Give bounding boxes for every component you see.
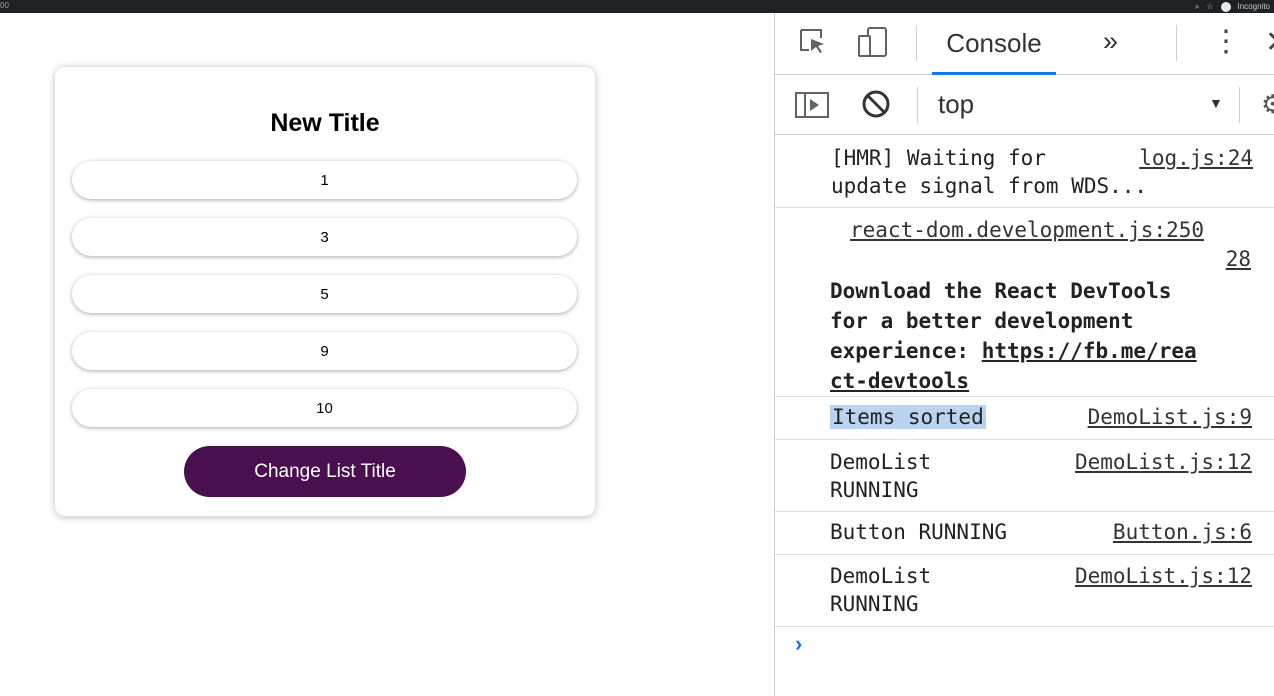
source-link[interactable]: log.js:24 [1139, 146, 1253, 170]
tab-console-label: Console [946, 28, 1042, 58]
console-message: Button RUNNING Button.js:6 [775, 512, 1274, 555]
source-link[interactable]: DemoList.js:9 [1088, 405, 1252, 429]
message-line: for a better development [830, 309, 1134, 333]
message-text-bold: Download the React DevTools for a better… [830, 276, 1270, 396]
message-text: Button RUNNING [830, 520, 1008, 544]
browser-top-right: ⌕ ☆ Incognito [1195, 0, 1270, 13]
tab-divider [916, 25, 917, 61]
console-prompt-icon[interactable]: › [795, 631, 802, 657]
sorted-list: 1 3 5 9 10 [72, 161, 577, 446]
browser-top-bar: 00 ⌕ ☆ Incognito [0, 0, 1274, 13]
source-link[interactable]: DemoList.js:12 [1075, 564, 1252, 588]
kebab-menu-icon[interactable]: ⋮ [1211, 27, 1241, 57]
source-link[interactable]: Button.js:6 [1113, 520, 1252, 544]
console-message: react-dom.development.js:250 28 Download… [775, 208, 1274, 397]
close-icon[interactable]: ✕ [1265, 25, 1274, 60]
devtools-link[interactable]: https://fb.me/rea [982, 339, 1197, 363]
gear-icon[interactable]: ⚙ [1261, 89, 1274, 120]
inspect-element-icon[interactable] [799, 28, 825, 54]
star-icon[interactable]: ☆ [1206, 2, 1213, 11]
incognito-label: Incognito [1237, 2, 1270, 11]
context-dropdown-icon[interactable]: ▼ [1209, 95, 1223, 111]
message-text: DemoList [830, 450, 932, 474]
toolbar-divider [1239, 87, 1240, 123]
console-message: DemoList DemoList.js:12 RUNNING [775, 555, 1274, 627]
message-line: Download the React DevTools [830, 279, 1172, 303]
show-sidebar-icon[interactable] [795, 92, 829, 118]
message-text: RUNNING [830, 592, 919, 616]
source-link[interactable]: react-dom.development.js:250 [850, 218, 1204, 242]
list-item: 10 [72, 389, 577, 427]
message-line: experience: [830, 339, 982, 363]
more-tabs-icon[interactable]: » [1103, 26, 1118, 57]
list-title: New Title [270, 109, 380, 137]
console-message: Items sorted DemoList.js:9 [775, 397, 1274, 440]
tab-divider [1176, 25, 1177, 61]
toolbar-divider [917, 87, 918, 123]
zoom-icon[interactable]: ⌕ [1195, 2, 1199, 12]
incognito-icon [1220, 1, 1231, 12]
list-item: 5 [72, 275, 577, 313]
list-item: 3 [72, 218, 577, 256]
tab-console[interactable]: Console [932, 13, 1056, 75]
context-selector[interactable]: top [938, 89, 974, 120]
list-item: 9 [72, 332, 577, 370]
change-list-title-button[interactable]: Change List Title [184, 446, 466, 497]
clear-console-icon[interactable] [861, 89, 891, 119]
demo-card: New Title 1 3 5 9 10 Change List Title [55, 67, 595, 516]
message-text: RUNNING [830, 478, 919, 502]
list-item: 1 [72, 161, 577, 199]
browser-left-label: 00 [0, 1, 9, 10]
message-text: DemoList [830, 564, 932, 588]
console-message: [HMR] Waiting for log.js:24 update signa… [775, 135, 1274, 208]
console-messages: [HMR] Waiting for log.js:24 update signa… [775, 135, 1274, 627]
devtools-tab-bar: Console » ⋮ ✕ [775, 13, 1274, 75]
device-toolbar-icon[interactable] [857, 26, 889, 58]
devtools-link-continued[interactable]: ct-devtools [830, 369, 969, 393]
message-text: update signal from WDS... [831, 174, 1148, 198]
message-text: [HMR] Waiting for [831, 146, 1046, 170]
message-text-highlighted: Items sorted [830, 405, 986, 429]
devtools-panel: Console » ⋮ ✕ top ▼ ⚙ [HMR] Waiting for … [774, 13, 1274, 696]
console-message: DemoList DemoList.js:12 RUNNING [775, 440, 1274, 512]
console-toolbar: top ▼ ⚙ [775, 75, 1274, 135]
source-link[interactable]: DemoList.js:12 [1075, 450, 1252, 474]
source-link-continued[interactable]: 28 [1226, 247, 1251, 271]
